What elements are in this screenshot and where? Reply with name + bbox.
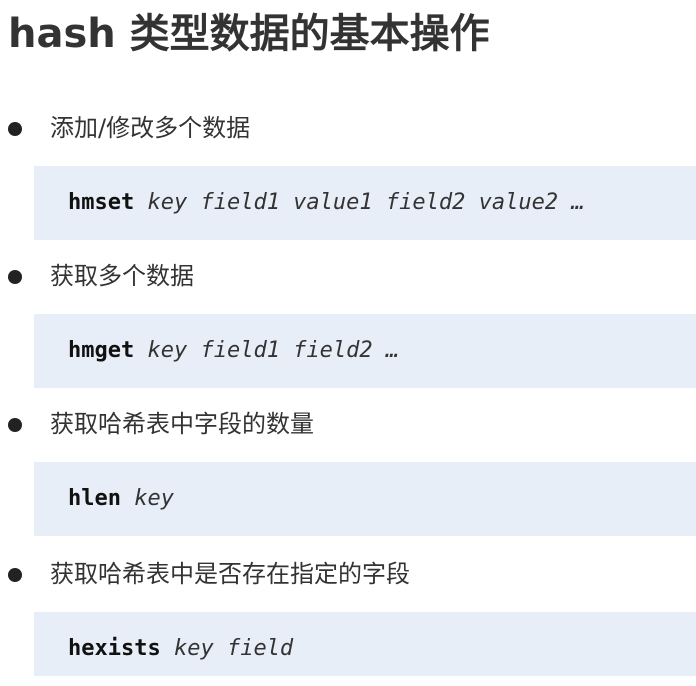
bullet-dot-icon xyxy=(8,568,22,582)
bullet-item: 添加/修改多个数据 xyxy=(0,108,696,148)
operation-section: 获取多个数据 hmget key field1 field2 … xyxy=(0,256,696,388)
bullet-text: 添加/修改多个数据 xyxy=(50,114,251,142)
bullet-dot-icon xyxy=(8,270,22,284)
command-args: key field xyxy=(173,636,294,661)
code-line: hmset key field1 value1 field2 value2 … xyxy=(68,166,585,240)
bullet-text: 获取哈希表中字段的数量 xyxy=(50,410,314,438)
bullet-item: 获取哈希表中是否存在指定的字段 xyxy=(0,554,696,594)
code-block: hexists key field xyxy=(34,612,696,676)
bullet-text: 获取多个数据 xyxy=(50,262,194,290)
code-line: hexists key field xyxy=(68,612,293,686)
code-line: hlen key xyxy=(68,462,174,536)
code-block: hlen key xyxy=(34,462,696,536)
bullet-text: 获取哈希表中是否存在指定的字段 xyxy=(50,560,410,588)
command-name: hexists xyxy=(68,636,161,661)
command-name: hlen xyxy=(68,486,121,511)
bullet-item: 获取哈希表中字段的数量 xyxy=(0,404,696,444)
code-block: hmget key field1 field2 … xyxy=(34,314,696,388)
code-block: hmset key field1 value1 field2 value2 … xyxy=(34,166,696,240)
command-args: key field1 field2 … xyxy=(147,338,400,363)
operation-section: 获取哈希表中是否存在指定的字段 hexists key field xyxy=(0,554,696,676)
bullet-item: 获取多个数据 xyxy=(0,256,696,296)
bullet-dot-icon xyxy=(8,418,22,432)
code-line: hmget key field1 field2 … xyxy=(68,314,399,388)
command-name: hmset xyxy=(68,190,135,215)
page-title: hash 类型数据的基本操作 xyxy=(8,11,490,57)
command-name: hmget xyxy=(68,338,135,363)
command-args: key xyxy=(134,486,174,511)
command-args: key field1 value1 field2 value2 … xyxy=(147,190,585,215)
bullet-dot-icon xyxy=(8,122,22,136)
operation-section: 添加/修改多个数据 hmset key field1 value1 field2… xyxy=(0,108,696,240)
operation-section: 获取哈希表中字段的数量 hlen key xyxy=(0,404,696,536)
